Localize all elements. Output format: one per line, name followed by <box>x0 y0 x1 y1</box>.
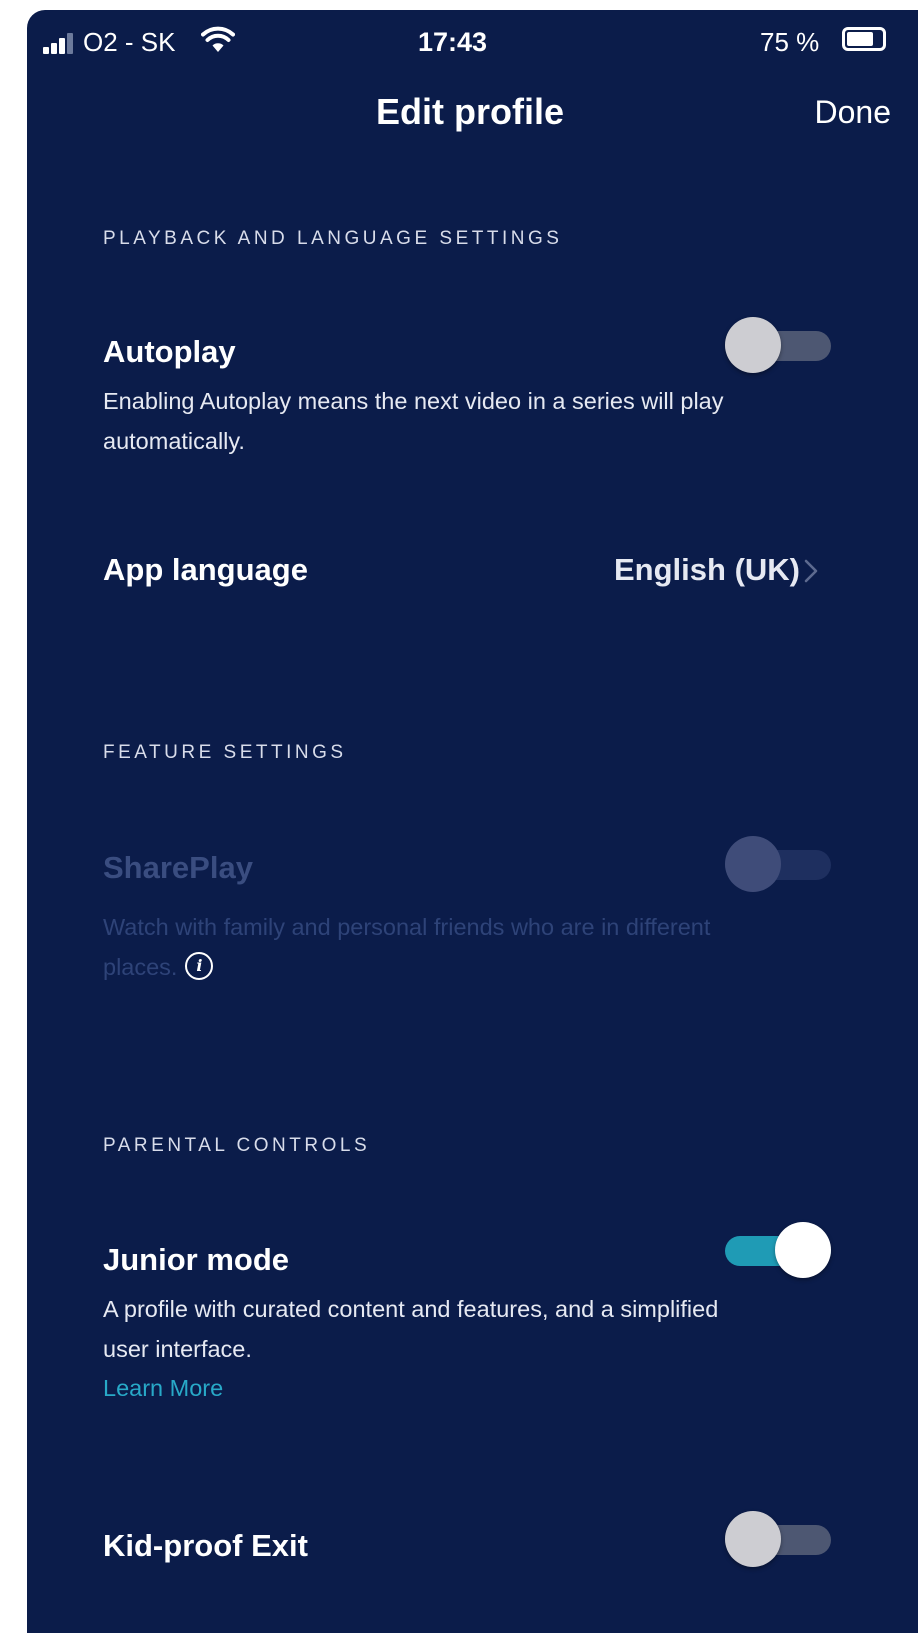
info-icon[interactable]: i <box>185 951 214 980</box>
junior-mode-title: Junior mode <box>103 1242 290 1277</box>
learn-more-link[interactable]: Learn More <box>103 1372 223 1404</box>
battery-percentage: 75 % <box>760 27 820 57</box>
toggle-knob <box>725 1511 781 1567</box>
junior-mode-toggle[interactable] <box>725 1222 831 1278</box>
kid-proof-exit-toggle[interactable] <box>725 1511 831 1567</box>
battery-level <box>847 32 873 46</box>
app-language-title: App language <box>103 552 308 587</box>
battery-icon <box>842 27 886 51</box>
autoplay-toggle[interactable] <box>725 317 831 373</box>
app-language-value: English (UK) <box>614 552 800 587</box>
autoplay-description: Enabling Autoplay means the next video i… <box>103 388 724 454</box>
junior-mode-description: A profile with curated content and featu… <box>103 1296 719 1362</box>
shareplay-toggle[interactable] <box>725 836 831 892</box>
status-bar: O2 - SK 17:43 75 % <box>27 10 918 70</box>
section-header-parental: PARENTAL CONTROLS <box>103 1135 371 1156</box>
app-language-row[interactable]: App language English (UK) <box>27 540 918 600</box>
shareplay-description: Watch with family and personal friends w… <box>103 907 743 987</box>
kid-proof-exit-title: Kid-proof Exit <box>103 1528 308 1563</box>
section-header-features: FEATURE SETTINGS <box>103 742 347 763</box>
section-header-playback: PLAYBACK AND LANGUAGE SETTINGS <box>103 228 563 249</box>
page-title: Edit profile <box>376 91 564 132</box>
toggle-knob <box>775 1222 831 1278</box>
shareplay-title: SharePlay <box>103 850 253 885</box>
toggle-knob <box>725 836 781 892</box>
chevron-right-icon <box>804 559 818 583</box>
edit-profile-screen: O2 - SK 17:43 75 % Edit profile Done PLA… <box>27 10 918 1633</box>
autoplay-title: Autoplay <box>103 334 236 369</box>
toggle-knob <box>725 317 781 373</box>
done-button[interactable]: Done <box>815 92 892 132</box>
